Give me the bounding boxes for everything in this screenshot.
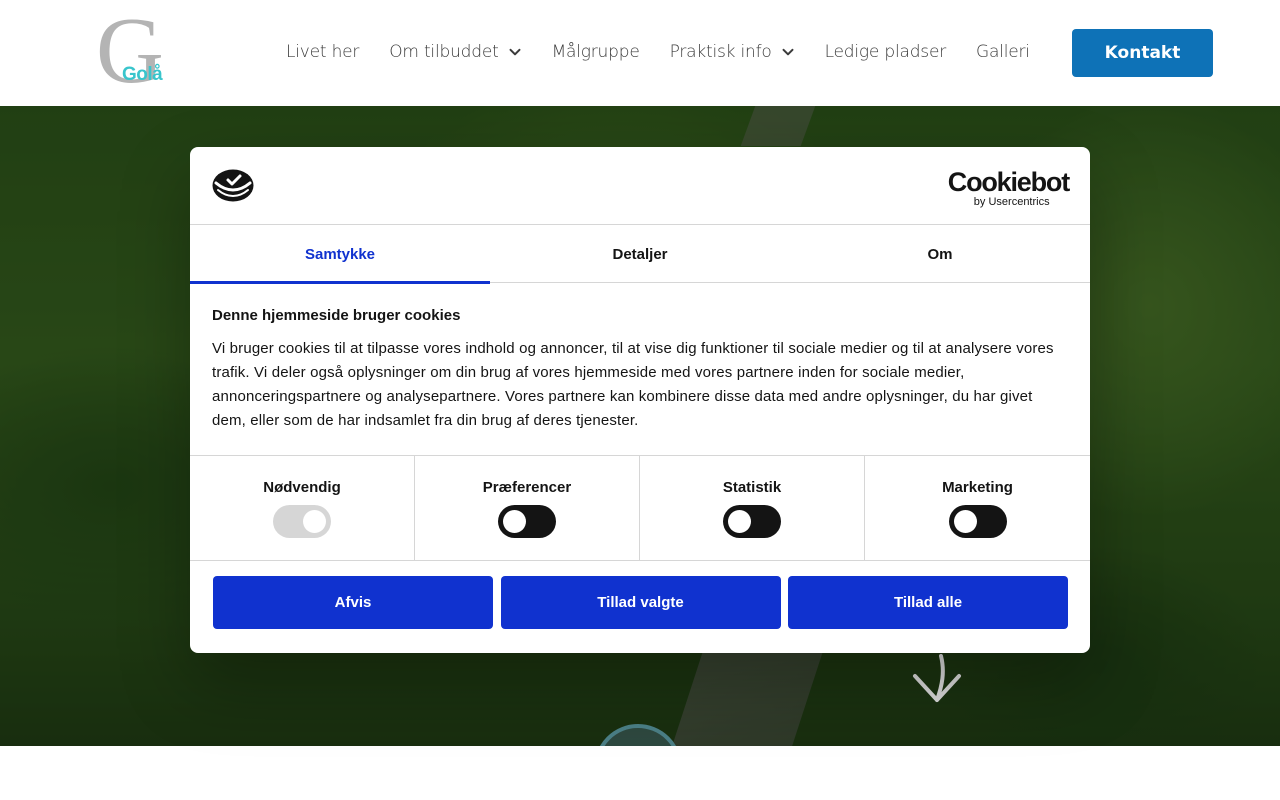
dialog-actions: Afvis Tillad valgte Tillad alle bbox=[213, 576, 1068, 629]
dialog-description: Vi bruger cookies til at tilpasse vores … bbox=[212, 340, 1054, 429]
chevron-down-icon[interactable] bbox=[508, 45, 522, 59]
toggle-label: Marketing bbox=[942, 479, 1013, 496]
site-header: G Golå Livet her Om tilbuddet Målgruppe … bbox=[0, 0, 1280, 106]
statistics-toggle[interactable] bbox=[723, 505, 781, 538]
arrow-down-icon bbox=[913, 654, 961, 702]
toggle-label: Nødvendig bbox=[263, 479, 341, 496]
allow-selected-button[interactable]: Tillad valgte bbox=[500, 576, 781, 629]
cookiebot-name: Cookiebot bbox=[947, 167, 1070, 197]
nav-item-label: Livet her bbox=[286, 42, 360, 62]
toggle-label: Statistik bbox=[722, 479, 782, 496]
nav-item-label: Praktisk info bbox=[669, 42, 772, 62]
nav-item-label: Om tilbuddet bbox=[389, 42, 499, 62]
toggle-knob bbox=[303, 510, 326, 533]
nav-item-praktisk-info[interactable]: Praktisk info bbox=[670, 42, 795, 62]
reject-button[interactable]: Afvis bbox=[213, 576, 493, 629]
consent-toggles: Nødvendig Præferencer Statistik Marketin… bbox=[190, 455, 1090, 561]
kontakt-button[interactable]: Kontakt bbox=[1072, 29, 1213, 77]
toggle-knob bbox=[503, 510, 526, 533]
nav-item-label: Galleri bbox=[976, 42, 1030, 62]
cookie-consent-dialog: Cookiebot by Usercentrics Samtykke Detal… bbox=[190, 147, 1090, 653]
toggle-group-necessary: Nødvendig bbox=[190, 456, 415, 560]
tab-samtykke[interactable]: Samtykke bbox=[190, 225, 490, 284]
toggle-group-preferences: Præferencer bbox=[415, 456, 640, 560]
dialog-title: Denne hjemmeside bruger cookies bbox=[212, 307, 461, 324]
nav-item-galleri[interactable]: Galleri bbox=[976, 42, 1030, 62]
nav-item-livet-her[interactable]: Livet her bbox=[286, 42, 359, 62]
tab-om[interactable]: Om bbox=[790, 225, 1090, 283]
nav-item-om-tilbuddet[interactable]: Om tilbuddet bbox=[389, 42, 521, 62]
nav-item-ledige-pladser[interactable]: Ledige pladser bbox=[824, 42, 947, 62]
cookiebot-icon bbox=[212, 169, 254, 202]
preferences-toggle[interactable] bbox=[498, 505, 556, 538]
marketing-toggle[interactable] bbox=[948, 505, 1007, 538]
dialog-tabs: Samtykke Detaljer Om bbox=[190, 225, 1090, 284]
nav-item-label: Ledige pladser bbox=[824, 42, 947, 62]
cookiebot-logo[interactable]: Cookiebot by Usercentrics bbox=[947, 167, 1070, 208]
toggle-label: Præferencer bbox=[482, 479, 572, 496]
chevron-down-icon[interactable] bbox=[781, 45, 795, 59]
logo-text: Golå bbox=[122, 64, 163, 85]
nav-item-malgruppe[interactable]: Målgruppe bbox=[552, 42, 640, 62]
main-nav: Livet her Om tilbuddet Målgruppe Praktis… bbox=[286, 38, 1030, 66]
dialog-header: Cookiebot by Usercentrics bbox=[190, 147, 1090, 225]
toggle-group-statistics: Statistik bbox=[640, 456, 865, 560]
allow-all-button[interactable]: Tillad alle bbox=[788, 576, 1068, 629]
toggle-knob bbox=[953, 510, 977, 533]
nav-item-label: Målgruppe bbox=[551, 42, 640, 62]
site-logo[interactable]: G Golå bbox=[96, 4, 164, 98]
dialog-body: Denne hjemmeside bruger cookies Vi bruge… bbox=[212, 307, 1068, 433]
cookiebot-subtitle: by Usercentrics bbox=[973, 196, 1050, 208]
tab-detaljer[interactable]: Detaljer bbox=[490, 225, 790, 283]
toggle-knob bbox=[728, 510, 751, 533]
toggle-group-marketing: Marketing bbox=[865, 456, 1090, 560]
necessary-toggle bbox=[273, 505, 331, 538]
